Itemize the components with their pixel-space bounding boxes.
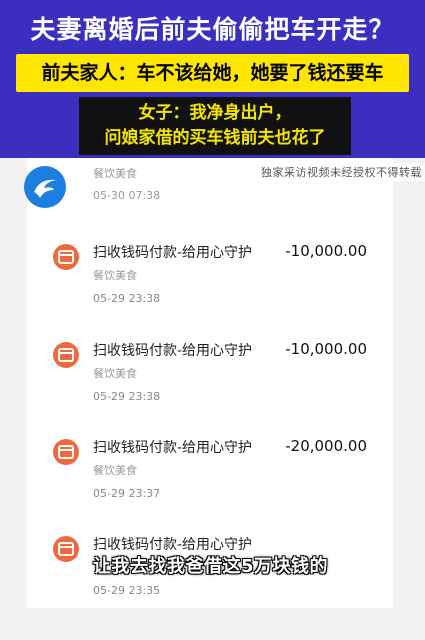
headline: 夫妻离婚后前夫偷偷把车开走？ bbox=[30, 15, 395, 44]
transaction-category: 餐饮美食 bbox=[93, 367, 137, 380]
quote-box: 女子：我净身出户， 问娘家借的买车钱前夫也花了 bbox=[79, 97, 351, 155]
transaction-title: 扫收钱码付款-给用心守护 bbox=[93, 343, 253, 359]
partial-item-category: 餐饮美食 bbox=[93, 167, 137, 180]
transaction-title: 扫收钱码付款-给用心守护 bbox=[93, 537, 253, 553]
transaction-row[interactable]: 扫收钱码付款-给用心守护 -20,000.00 餐饮美食 05-29 23:37 bbox=[27, 431, 393, 527]
quote-line-2: 问娘家借的买车钱前夫也花了 bbox=[104, 128, 326, 148]
subhead-caption: 前夫家人：车不该给她，她要了钱还要车 bbox=[16, 54, 409, 92]
transaction-amount: -20,000.00 bbox=[285, 437, 367, 455]
watermark: 独家采访视频未经授权不得转载 bbox=[258, 163, 425, 181]
transaction-time: 05-29 23:38 bbox=[93, 292, 161, 305]
payment-icon bbox=[53, 536, 79, 562]
transaction-time: 05-29 23:35 bbox=[93, 584, 161, 597]
partial-item-time: 05-30 07:38 bbox=[93, 189, 161, 202]
payment-icon bbox=[53, 439, 79, 465]
transaction-category: 餐饮美食 bbox=[93, 269, 137, 282]
transaction-title: 扫收钱码付款-给用心守护 bbox=[93, 245, 253, 261]
transaction-title: 扫收钱码付款-给用心守护 bbox=[93, 440, 253, 456]
transaction-amount: -10,000.00 bbox=[285, 340, 367, 358]
payment-icon bbox=[53, 244, 79, 270]
video-subtitle: 让我去找我爸借这5万块钱的 bbox=[93, 556, 329, 577]
transaction-time: 05-29 23:38 bbox=[93, 390, 161, 403]
transaction-category: 餐饮美食 bbox=[93, 464, 137, 477]
transaction-time: 05-29 23:37 bbox=[93, 487, 161, 500]
transaction-row[interactable]: 扫收钱码付款-给用心守护 -10,000.00 餐饮美食 05-29 23:38 bbox=[27, 236, 393, 332]
payment-icon bbox=[53, 342, 79, 368]
transaction-amount: -10,000.00 bbox=[285, 242, 367, 260]
station-logo-icon bbox=[24, 166, 66, 208]
transaction-row[interactable]: 扫收钱码付款-给用心守护 -10,000.00 餐饮美食 05-29 23:38 bbox=[27, 334, 393, 430]
quote-line-1: 女子：我净身出户， bbox=[138, 103, 292, 123]
